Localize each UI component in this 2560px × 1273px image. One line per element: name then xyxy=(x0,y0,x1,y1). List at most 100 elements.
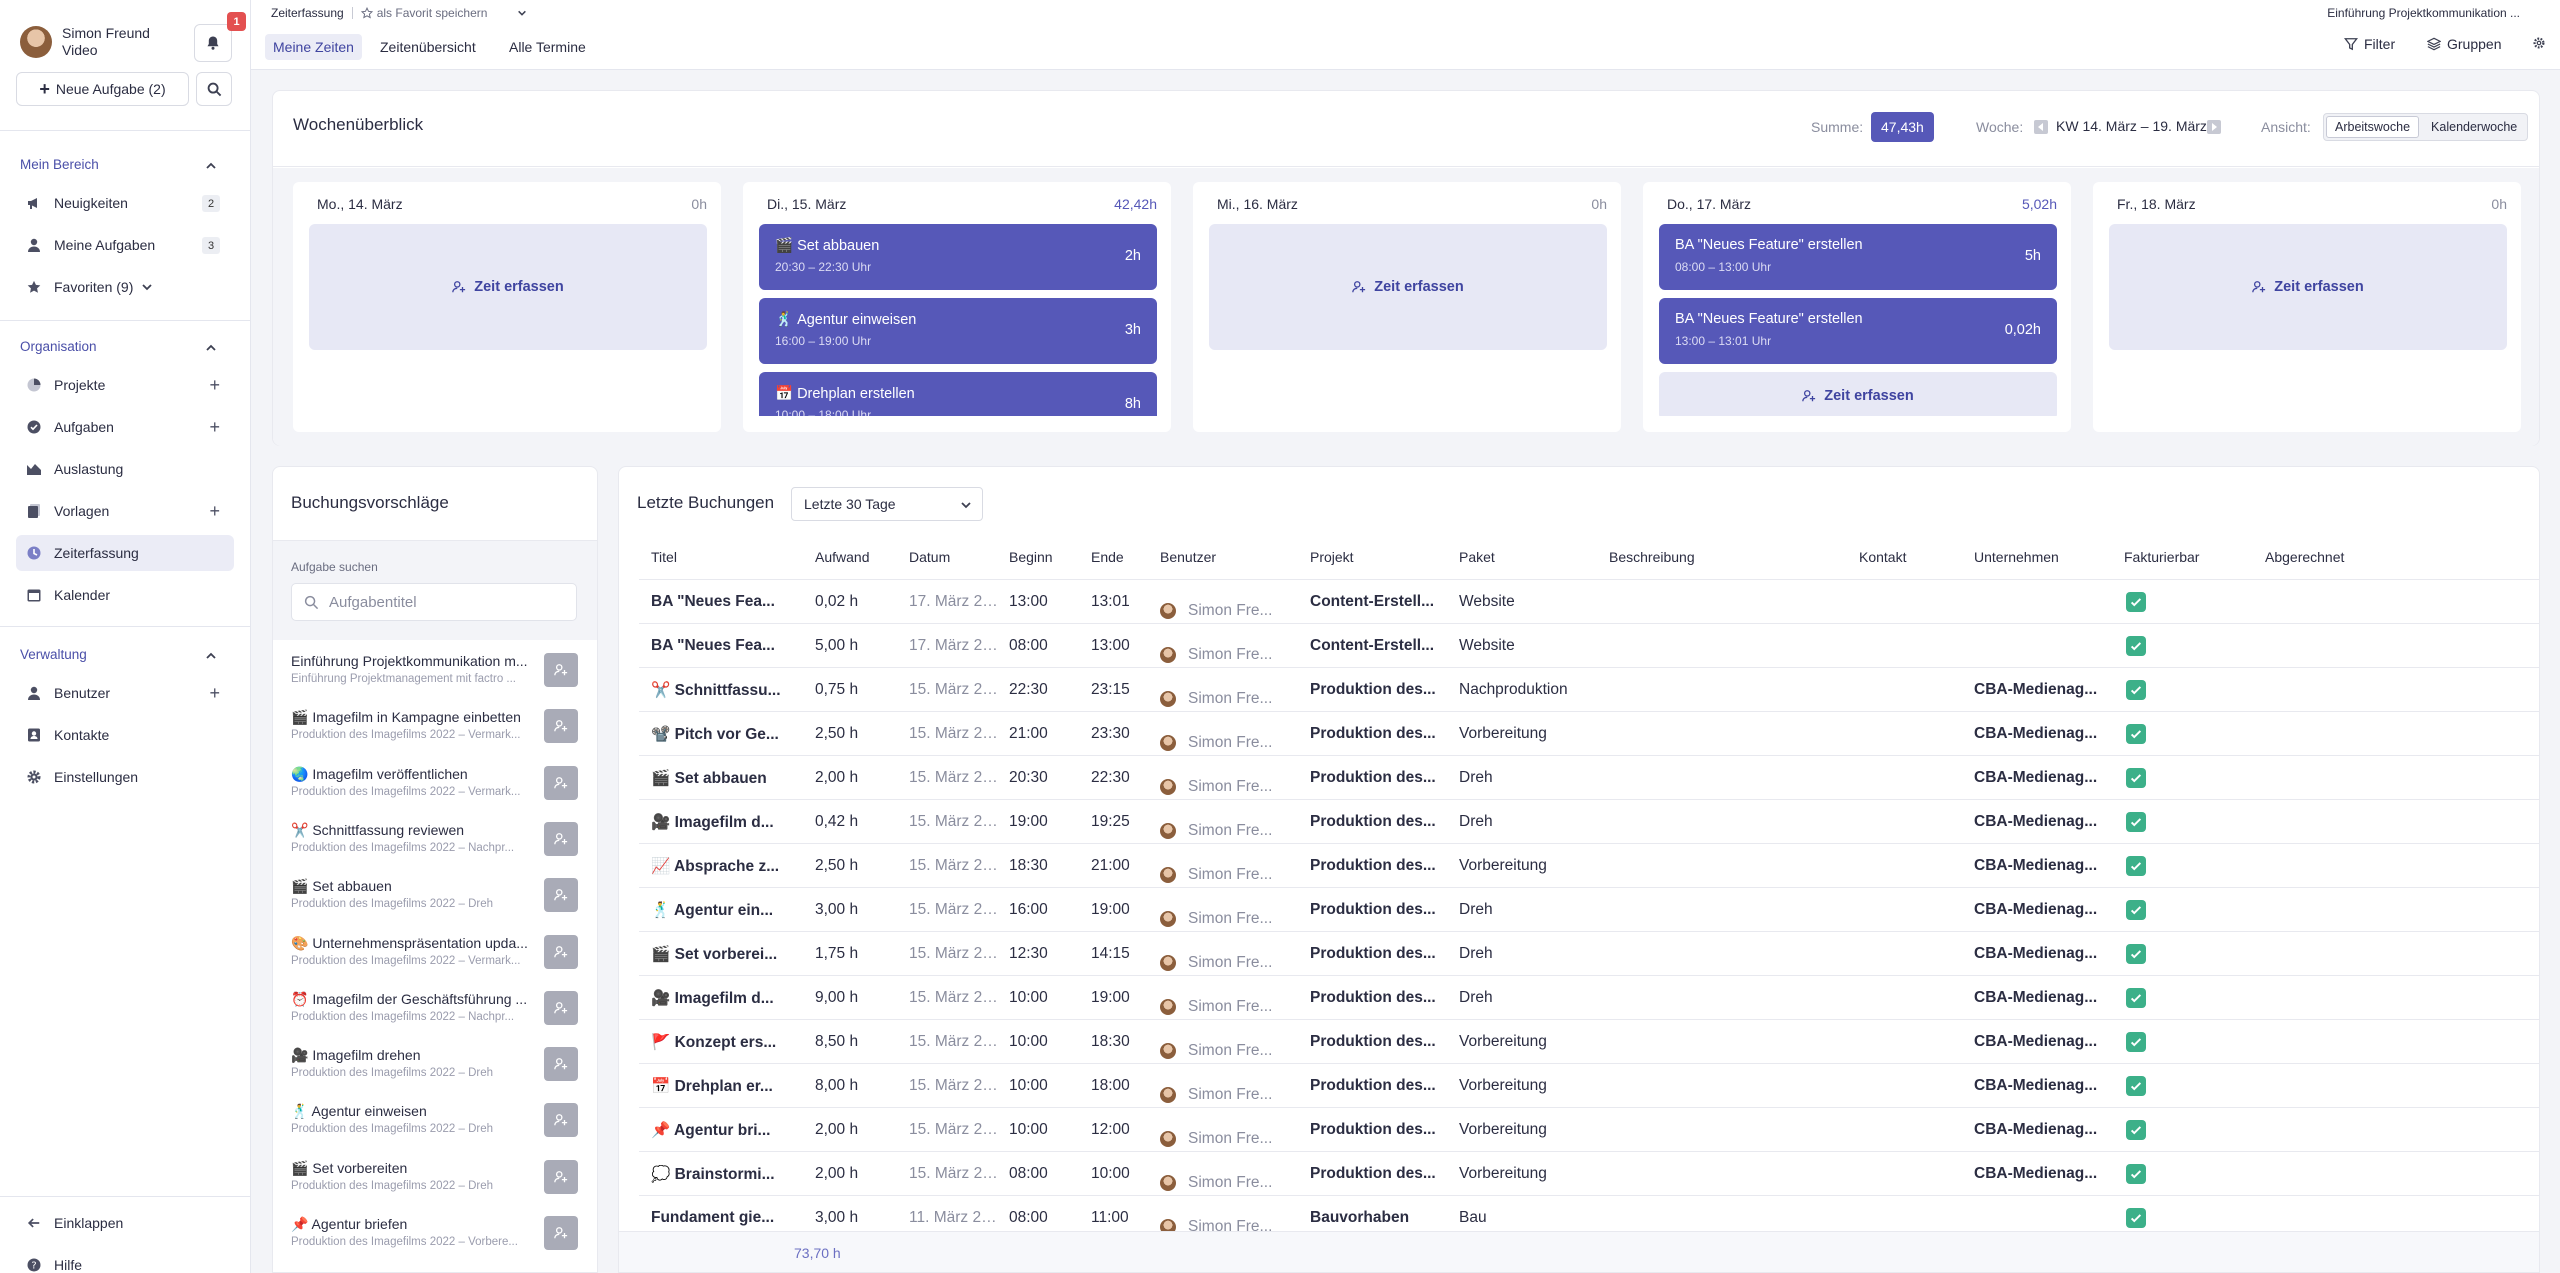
settings-button[interactable] xyxy=(2532,36,2546,50)
view-option-arbeitswoche[interactable]: Arbeitswoche xyxy=(2326,116,2420,138)
table-row[interactable]: 💭 Brainstormi... 2,00 h 15. März 2022 08:00… xyxy=(639,1151,2539,1195)
column-header[interactable]: Titel xyxy=(651,549,677,565)
sidebar-item-zeiterfassung[interactable]: Zeiterfassung xyxy=(16,535,234,571)
time-entry[interactable]: 🎬 Set abbauen 20:30 – 22:30 Uhr 2h xyxy=(759,224,1157,290)
sidebar-item-projekte[interactable]: Projekte + xyxy=(16,367,234,403)
sidebar-item-benutzer[interactable]: Benutzer + xyxy=(16,675,234,711)
table-row[interactable]: 🚩 Konzept ers... 8,50 h 15. März 2022 10:00… xyxy=(639,1019,2539,1063)
chevron-down-icon[interactable] xyxy=(517,8,527,18)
chevron-up-icon[interactable] xyxy=(205,342,217,354)
book-suggestion-button[interactable] xyxy=(544,709,578,744)
filter-button[interactable]: Filter xyxy=(2344,36,2395,52)
chevron-up-icon[interactable] xyxy=(205,160,217,172)
date-range-select[interactable]: Letzte 30 Tage xyxy=(791,487,983,521)
time-entry[interactable]: 🕺 Agentur einweisen 16:00 – 19:00 Uhr 3h xyxy=(759,298,1157,364)
column-header[interactable]: Ende xyxy=(1091,549,1124,565)
groups-button[interactable]: Gruppen xyxy=(2427,36,2501,52)
column-header[interactable]: Aufwand xyxy=(815,549,869,565)
book-suggestion-button[interactable] xyxy=(544,1159,578,1194)
suggestion-item[interactable]: 🎨 Unternehmenspräsentation upda... Produk… xyxy=(273,929,597,985)
new-task-button[interactable]: + Neue Aufgabe (2) xyxy=(16,72,189,106)
recent-task-link[interactable]: Einführung Projektkommunikation ... xyxy=(2327,6,2520,20)
save-favorite-button[interactable]: als Favorit speichern xyxy=(360,6,487,20)
suggestion-item[interactable]: Einführung Projektkommunikation m... Einf… xyxy=(273,647,597,703)
section-verwaltung[interactable]: Verwaltung xyxy=(20,647,87,662)
sidebar-item-neuigkeiten[interactable]: Neuigkeiten 2 xyxy=(16,185,234,221)
table-row[interactable]: 🎬 Set vorberei... 1,75 h 15. März 2022 12:3… xyxy=(639,931,2539,975)
add-template-icon[interactable]: + xyxy=(209,501,220,522)
billable-checkbox[interactable] xyxy=(2126,592,2146,612)
suggestion-item[interactable]: ✂️ Schnittfassung reviewen Produktion des… xyxy=(273,816,597,872)
billable-checkbox[interactable] xyxy=(2126,1076,2146,1096)
tab-alle-termine[interactable]: Alle Termine xyxy=(501,34,594,60)
suggestion-item[interactable]: 🌏 Imagefilm veröffentlichen Produktion de… xyxy=(273,760,597,816)
table-row[interactable]: 📽️ Pitch vor Ge... 2,50 h 15. März 2022 21:… xyxy=(639,711,2539,755)
column-header[interactable]: Fakturierbar xyxy=(2124,549,2199,565)
billable-checkbox[interactable] xyxy=(2126,724,2146,744)
table-row[interactable]: 🎬 Set abbauen 2,00 h 15. März 2022 20:30 22:… xyxy=(639,755,2539,799)
suggestion-item[interactable]: 🎥 Imagefilm drehen Produktion des Imagefi… xyxy=(273,1041,597,1097)
sidebar-item-aufgaben[interactable]: Aufgaben + xyxy=(16,409,234,445)
suggestion-item[interactable]: 🎬 Set vorbereiten Produktion des Imagefil… xyxy=(273,1154,597,1210)
book-suggestion-button[interactable] xyxy=(544,765,578,800)
column-header[interactable]: Unternehmen xyxy=(1974,549,2059,565)
sidebar-item-favoriten[interactable]: Favoriten (9) xyxy=(16,269,234,305)
table-row[interactable]: 🕺 Agentur ein... 3,00 h 15. März 2022 16:00… xyxy=(639,887,2539,931)
view-option-kalenderwoche[interactable]: Kalenderwoche xyxy=(2421,114,2527,140)
time-entry[interactable]: BA "Neues Feature" erstellen 13:00 – 13:0… xyxy=(1659,298,2057,364)
add-time-button[interactable]: Zeit erfassen xyxy=(309,224,707,350)
suggestion-item[interactable]: 🕺 Agentur einweisen Produktion des Imagef… xyxy=(273,1097,597,1153)
book-suggestion-button[interactable] xyxy=(544,990,578,1025)
table-row[interactable]: 🎥 Imagefilm d... 9,00 h 15. März 2022 10:00… xyxy=(639,975,2539,1019)
sidebar-item-kalender[interactable]: Kalender xyxy=(16,577,234,613)
billable-checkbox[interactable] xyxy=(2126,988,2146,1008)
sidebar-item-meine-aufgaben[interactable]: Meine Aufgaben 3 xyxy=(16,227,234,263)
suggestion-item[interactable]: 🎬 Imagefilm in Kampagne einbetten Produkt… xyxy=(273,703,597,759)
billable-checkbox[interactable] xyxy=(2126,900,2146,920)
user-profile[interactable]: Simon Freund Video xyxy=(20,24,150,60)
section-mein-bereich[interactable]: Mein Bereich xyxy=(20,157,99,172)
table-row[interactable]: 📈 Absprache z... 2,50 h 15. März 2022 18:30… xyxy=(639,843,2539,887)
chevron-up-icon[interactable] xyxy=(205,650,217,662)
column-header[interactable]: Paket xyxy=(1459,549,1495,565)
billable-checkbox[interactable] xyxy=(2126,768,2146,788)
billable-checkbox[interactable] xyxy=(2126,680,2146,700)
add-user-icon[interactable]: + xyxy=(209,683,220,704)
add-project-icon[interactable]: + xyxy=(209,375,220,396)
suggestion-item[interactable]: 🎬 Set abbauen Produktion des Imagefilms 2… xyxy=(273,872,597,928)
help-link[interactable]: ? Hilfe xyxy=(26,1257,82,1273)
sidebar-item-vorlagen[interactable]: Vorlagen + xyxy=(16,493,234,529)
column-header[interactable]: Kontakt xyxy=(1859,549,1906,565)
billable-checkbox[interactable] xyxy=(2126,1208,2146,1228)
column-header[interactable]: Beginn xyxy=(1009,549,1053,565)
task-search-input[interactable]: Aufgabentitel xyxy=(291,583,577,621)
book-suggestion-button[interactable] xyxy=(544,1047,578,1082)
billable-checkbox[interactable] xyxy=(2126,812,2146,832)
add-task-icon[interactable]: + xyxy=(209,417,220,438)
add-time-button[interactable]: Zeit erfassen xyxy=(1659,372,2057,416)
tab-zeitenuebersicht[interactable]: Zeitenübersicht xyxy=(372,34,484,60)
column-header[interactable]: Projekt xyxy=(1310,549,1354,565)
sidebar-item-einstellungen[interactable]: Einstellungen xyxy=(16,759,234,795)
column-header[interactable]: Abgerechnet xyxy=(2265,549,2344,565)
breadcrumb-item[interactable]: Zeiterfassung xyxy=(271,6,344,20)
book-suggestion-button[interactable] xyxy=(544,1103,578,1138)
billable-checkbox[interactable] xyxy=(2126,1120,2146,1140)
column-header[interactable]: Beschreibung xyxy=(1609,549,1695,565)
billable-checkbox[interactable] xyxy=(2126,1032,2146,1052)
sidebar-item-kontakte[interactable]: Kontakte xyxy=(16,717,234,753)
time-entry[interactable]: BA "Neues Feature" erstellen 08:00 – 13:0… xyxy=(1659,224,2057,290)
table-row[interactable]: 🎥 Imagefilm d... 0,42 h 15. März 2022 19:00… xyxy=(639,799,2539,843)
search-button[interactable] xyxy=(196,72,232,106)
billable-checkbox[interactable] xyxy=(2126,1164,2146,1184)
sidebar-item-auslastung[interactable]: Auslastung xyxy=(16,451,234,487)
billable-checkbox[interactable] xyxy=(2126,944,2146,964)
table-row[interactable]: 📌 Agentur bri... 2,00 h 15. März 2022 10:00… xyxy=(639,1107,2539,1151)
collapse-sidebar-button[interactable]: Einklappen xyxy=(26,1215,123,1231)
next-week-button[interactable] xyxy=(2207,120,2221,134)
table-row[interactable]: ✂️ Schnittfassu... 0,75 h 15. März 2022 22:… xyxy=(639,667,2539,711)
book-suggestion-button[interactable] xyxy=(544,821,578,856)
billable-checkbox[interactable] xyxy=(2126,636,2146,656)
book-suggestion-button[interactable] xyxy=(544,934,578,969)
add-time-button[interactable]: Zeit erfassen xyxy=(2109,224,2507,350)
